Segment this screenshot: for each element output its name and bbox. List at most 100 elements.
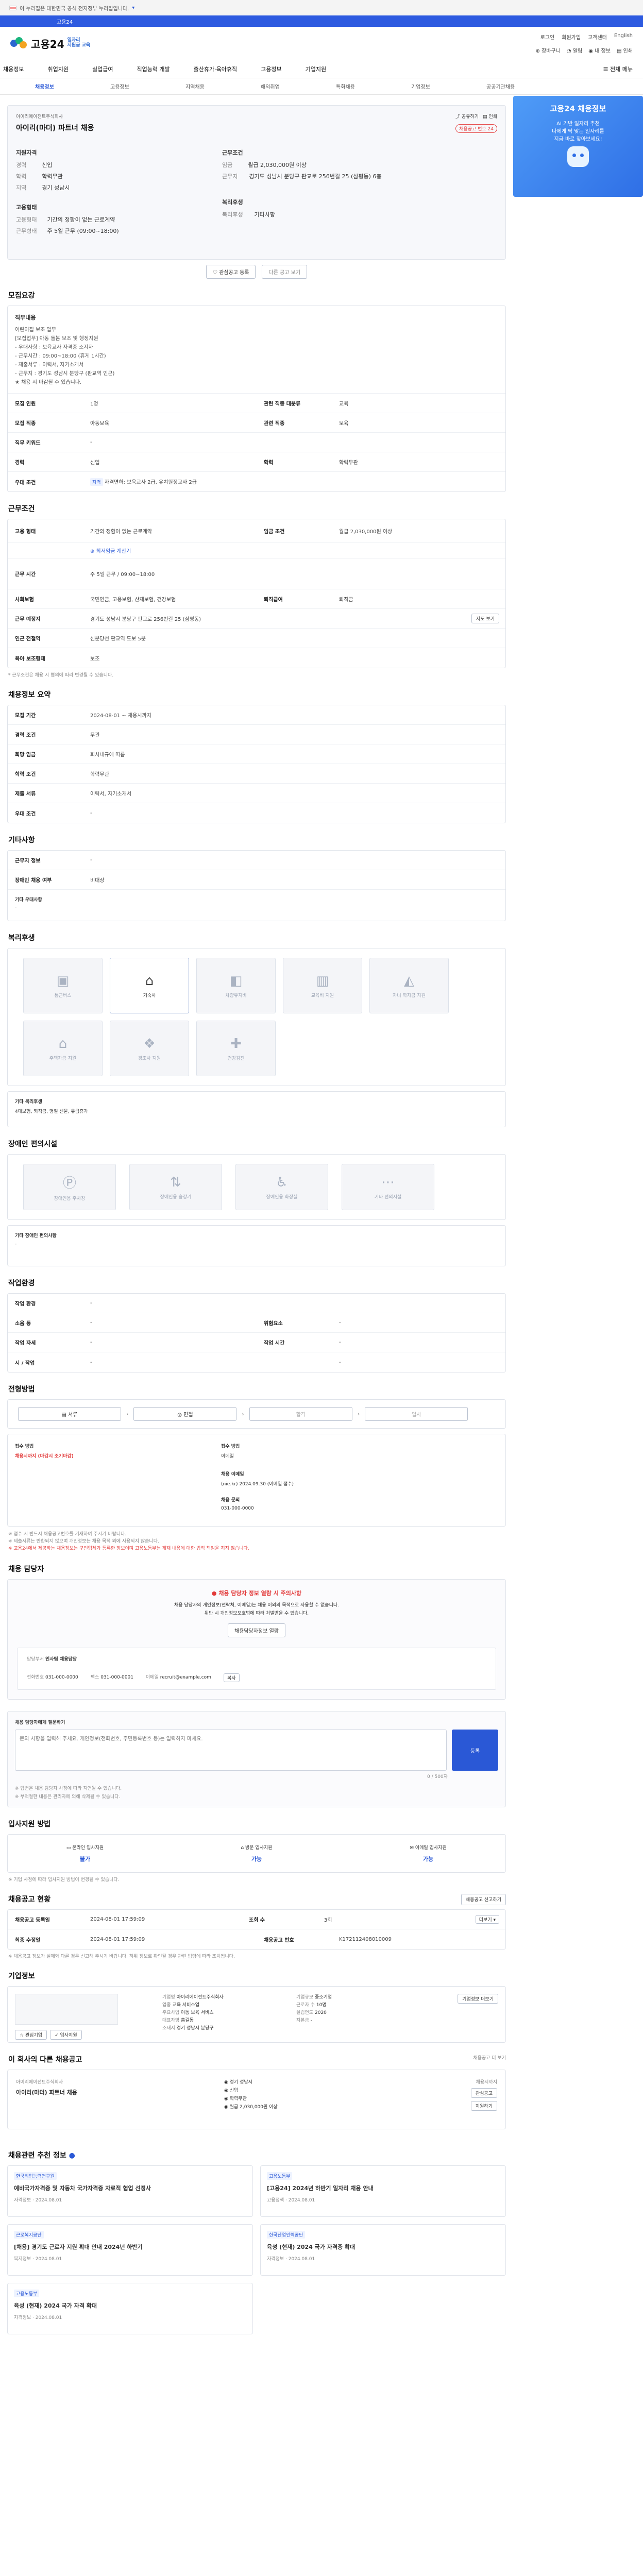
gnb-item-benefit[interactable]: 실업급여 <box>92 65 113 73</box>
recommend-card[interactable]: 고용노동부 육성 (현재) 2024 국가 자격 확대 자격정보 · 2024.08… <box>7 2283 253 2334</box>
license-tag: 자격 <box>90 478 103 486</box>
chevron-down-icon[interactable]: ▾ <box>132 5 134 11</box>
gov-notice-text: 이 누리집은 대한민국 공식 전자정부 누리집입니다. <box>20 6 129 12</box>
apply-row: 희망 임금 회사내규에 따름 <box>8 744 505 764</box>
similar-section: 이 회사의 다른 채용공고 채용공고 더 보기 <box>0 2054 506 2070</box>
inquiry-textarea[interactable] <box>15 1730 447 1771</box>
company-actions: ☆ 관심기업 ✓ 입사지원 <box>15 2030 82 2040</box>
gnb-item-support[interactable]: 취업지원 <box>47 65 68 73</box>
site-logo[interactable]: 고용24 일자리 지원금 교육 <box>10 36 90 51</box>
site-header: 고용24 일자리 지원금 교육 로그인 회원가입 고객센터 English ⊕ 장… <box>0 27 643 60</box>
header-link-signup[interactable]: 회원가입 <box>562 33 581 41</box>
house-icon: ⌂ <box>145 973 154 989</box>
similar-info: ◉ 경기 성남시 ◉ 신입 ◉ 학력무관 ◉ 월급 2,030,000원 이상 <box>224 2080 278 2110</box>
benefit-tile: ◧ 차량유지비 <box>196 958 276 1013</box>
calc-link[interactable]: ⊕ 최저임금 계산기 <box>90 549 131 554</box>
inquiry-submit-button[interactable]: 등록 <box>452 1730 498 1771</box>
recommend-card[interactable]: 고용노동부 [고용24] 2024년 하반기 일자리 채용 안내 고용정책 · 20… <box>260 2165 506 2217</box>
printer-icon: ▤ <box>483 114 487 120</box>
process-right: 접수 방법 이메일 채용 이메일 (nie.kr) 2024.09.30 (이메일 … <box>221 1444 294 1511</box>
subnav-special[interactable]: 특화채용 <box>336 82 411 90</box>
apply-method: ▭ 온라인 입사지원 불가 <box>66 1845 104 1862</box>
top-strip-label[interactable]: 고용24 <box>57 18 73 25</box>
cond-row: 사회보험 국민연금, 고용보험, 산재보험, 건강보험 퇴직급여 퇴직금 <box>8 589 505 609</box>
subnav-regional[interactable]: 지역채용 <box>185 82 261 90</box>
inquiry-box: 채용 담당자에게 질문하기 등록 0 / 500자 ※ 답변은 채용 담당자 사… <box>7 1711 506 1807</box>
recommend-card[interactable]: 한국직업능력연구원 예비국가자격증 및 자동차 국가자격증 자료적 협업 선정사 자… <box>7 2165 253 2217</box>
disability-box: Ⓟ 장애인용 주차장 ⇅ 장애인용 승강기 ♿ 장애인용 화장실 ⋯ 기타 편의시설 <box>7 1154 506 1220</box>
disability-title: 장애인 편의시설 <box>8 1140 58 1148</box>
side-banner[interactable]: 고용24 채용정보 AI 기반 일자리 추천 나에게 딱 맞는 일자리를 지금 … <box>513 96 643 197</box>
similar-title: 이 회사의 다른 채용공고 <box>8 2056 82 2064</box>
share-button[interactable]: ⤴ 공유하기 <box>455 113 479 120</box>
header-link-login[interactable]: 로그인 <box>540 33 555 41</box>
subnav-jobs[interactable]: 채용정보 <box>35 82 110 90</box>
job-summary-card: 아이리에이전트주식회사 아이리(마더) 파트너 채용 ⤴ 공유하기 ▤ 인쇄 채… <box>7 105 506 260</box>
benefit-extra: 기타 복리후생 4대보험, 퇴직금, 명절 선물, 유급휴가 <box>7 1091 506 1127</box>
gnb-item-company[interactable]: 기업지원 <box>306 65 326 73</box>
share-icon: ⤴ <box>455 114 461 120</box>
sub-nav: 채용정보 고용정보 지역채용 해외취업 특화채용 기업정보 공공기관채용 <box>0 78 643 95</box>
value-workplace: 경기도 성남시 분당구 판교로 256번길 25 (삼평동) 6층 <box>249 173 382 180</box>
env-row: 소음 등 - 위험요소 - <box>8 1313 505 1333</box>
company-left: 기업명 아이리에이전트주식회사 업종 교육 서비스업 주요사업 아동 보육 서비… <box>162 1995 224 2031</box>
subnav-info[interactable]: 고용정보 <box>110 82 185 90</box>
subnav-company[interactable]: 기업정보 <box>411 82 486 90</box>
left-group2-title: 고용형태 <box>16 204 37 211</box>
cart-link[interactable]: ⊕ 장바구니 <box>536 46 561 54</box>
view-manager-button[interactable]: 채용담당자정보 열람 <box>228 1623 285 1637</box>
left-group-title: 지원자격 <box>16 149 37 156</box>
pin-icon: ◉ <box>224 2080 228 2085</box>
print-button[interactable]: ▤ 인쇄 <box>483 113 497 120</box>
header-link-help[interactable]: 고객센터 <box>588 33 607 41</box>
cap-icon: ◭ <box>404 973 414 989</box>
similar-more-link[interactable]: 채용공고 더 보기 <box>473 2054 506 2070</box>
gnb-item-info[interactable]: 고용정보 <box>261 65 281 73</box>
subnav-overseas[interactable]: 해외취업 <box>261 82 336 90</box>
similar-save-button[interactable]: 관심공고 <box>470 2088 497 2098</box>
desc-label: 직무내용 <box>15 314 36 321</box>
fav-company-button[interactable]: ☆ 관심기업 <box>15 2030 47 2040</box>
other-row: 장애인 채용 여부 비대상 <box>8 870 505 890</box>
header-icon-links: ⊕ 장바구니 ◔ 알림 ◉ 내 정보 ▤ 인쇄 <box>536 46 633 54</box>
desc-line: [모집업무] 아동 돌봄 보조 및 행정지원 <box>15 336 98 342</box>
gnb-item-leave[interactable]: 출산휴가·육아휴직 <box>194 65 237 73</box>
disability-extra: 기타 장애인 편의사항 - <box>7 1225 506 1266</box>
label-edu: 학력 <box>16 173 27 180</box>
value-edu: 학력무관 <box>42 173 63 180</box>
print-link[interactable]: ▤ 인쇄 <box>617 46 633 54</box>
gnb-item-training[interactable]: 직업능력 개발 <box>137 65 170 73</box>
subnav-public[interactable]: 공공기관채용 <box>486 82 562 90</box>
similar-actions: 채용시까지 관심공고 지원하기 <box>470 2078 497 2111</box>
process-steps: ▤ 서류 › ◎ 면접 › 합격 › 입사 <box>7 1399 506 1429</box>
save-job-button[interactable]: ♡ 관심공고 등록 <box>206 265 256 279</box>
alarm-link[interactable]: ◔ 알림 <box>567 46 582 54</box>
logo-sub: 일자리 지원금 교육 <box>67 38 91 48</box>
steps-info-note: ※ 기업 사정에 따라 입사지원 방법이 변경될 수 있습니다. <box>8 1877 120 1883</box>
company-title: 기업정보 <box>8 1972 35 1980</box>
copy-button[interactable]: 복사 <box>223 1673 240 1682</box>
map-button[interactable]: 지도 보기 <box>471 614 499 623</box>
recommend-card[interactable]: 근로복지공단 [채용] 경기도 근로자 지원 확대 안내 2024년 하반기 복지정… <box>7 2224 253 2276</box>
apply-row: 경력 조건 무관 <box>8 725 505 744</box>
similar-card[interactable]: 아이리에이전트주식회사 아이리(마더) 파트너 채용 ◉ 경기 성남시 ◉ 신입… <box>7 2070 506 2129</box>
home-icon: ⌂ <box>58 1036 67 1052</box>
recommend-card[interactable]: 한국산업인력공단 육성 (현재) 2024 국가 자격증 확대 자격정보 · 202… <box>260 2224 506 2276</box>
other-box: 근무지 정보 - 장애인 채용 여부 비대상 기타 우대사항 - <box>7 850 506 921</box>
report-button[interactable]: 채용공고 신고하기 <box>461 1894 506 1905</box>
company-more-button[interactable]: 기업정보 더보기 <box>458 1994 498 2004</box>
header-link-english[interactable]: English <box>614 33 633 41</box>
workenv-section: 작업환경 <box>0 1278 643 1288</box>
conditions-box: 고용 형태 기간의 정함이 없는 근로계약 임금 조건 월급 2,030,000원 이… <box>7 519 506 668</box>
process-notes: ※ 접수 시 반드시 채용공고번호를 기재하여 주시기 바랍니다. ※ 제출서류… <box>8 1531 503 1552</box>
gnb-item-jobs[interactable]: 채용정보 <box>3 65 24 73</box>
status-note: ※ 채용공고 정보가 실제와 다른 경우 신고해 주시기 바랍니다. 허위 정보… <box>8 1954 235 1959</box>
apply-box: 모집 기간 2024-08-01 ~ 채용시까지 경력 조건 무관 희망 임금 회사내… <box>7 705 506 823</box>
apply-company-button[interactable]: ✓ 입사지원 <box>50 2030 82 2040</box>
similar-job-button[interactable]: 다른 공고 보기 <box>262 265 308 279</box>
step-interview: ◎ 면접 <box>133 1407 237 1421</box>
status-more-button[interactable]: 더보기 ▾ <box>475 1915 499 1924</box>
myinfo-link[interactable]: ◉ 내 정보 <box>588 46 611 54</box>
gnb-item-all[interactable]: ☰ 전체 메뉴 <box>603 65 633 73</box>
similar-apply-button[interactable]: 지원하기 <box>470 2101 497 2111</box>
